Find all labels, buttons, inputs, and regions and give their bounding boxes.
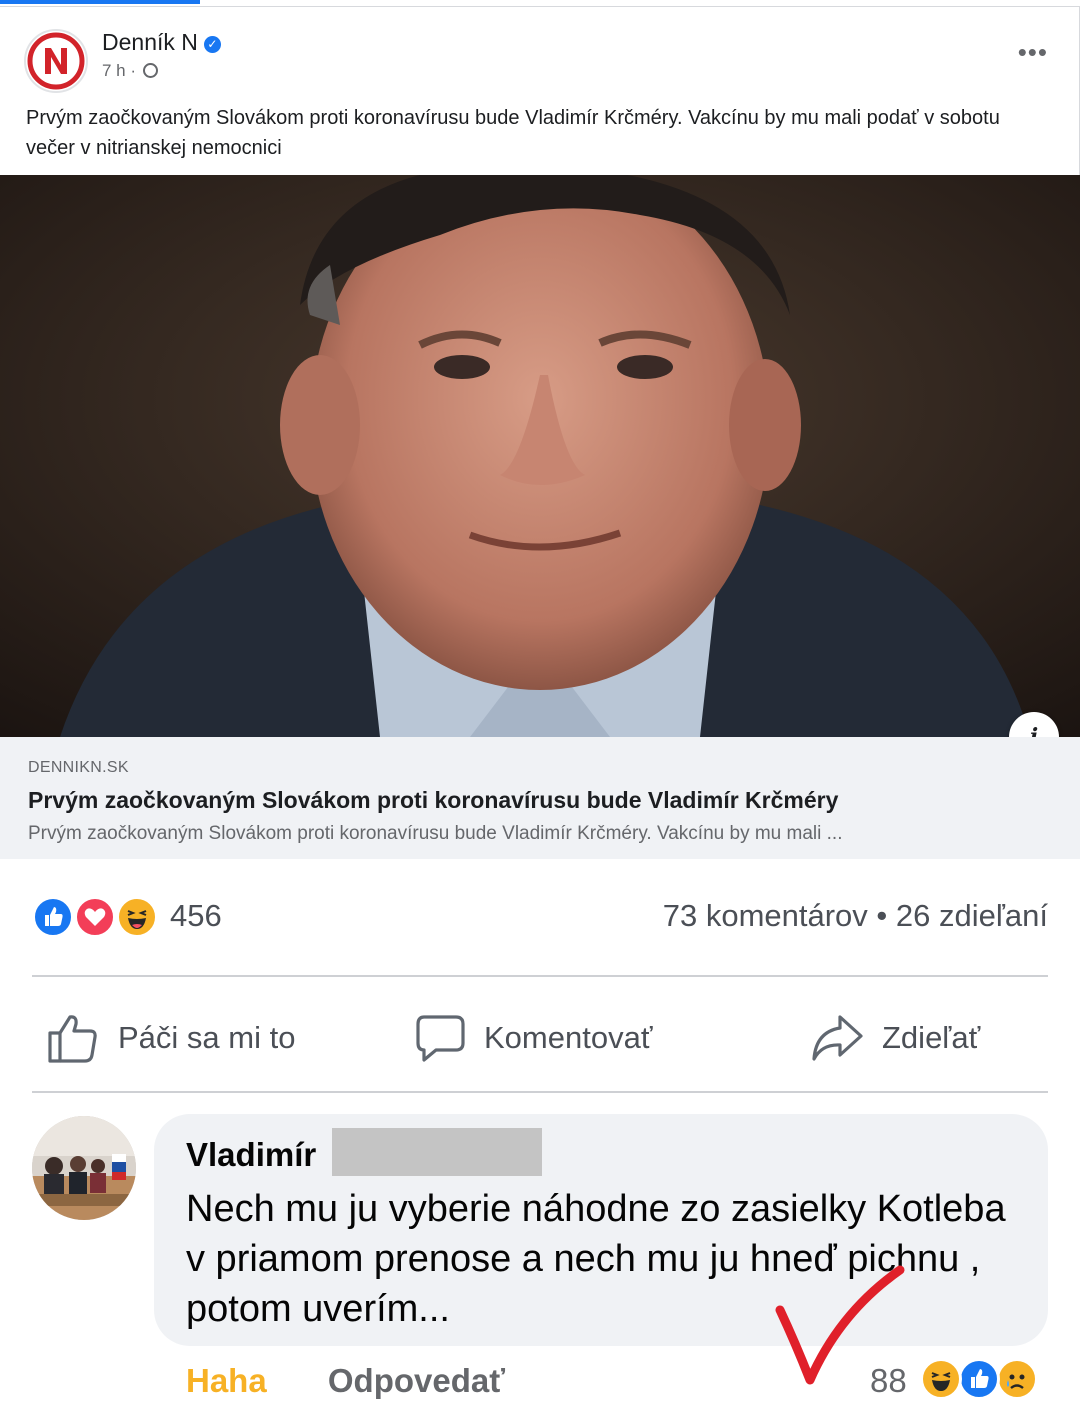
thumbs-up-icon xyxy=(48,1015,97,1063)
shares-count[interactable]: 26 zdieľaní xyxy=(896,898,1048,933)
comment-bubble: Vladimír Nech mu ju vyberie náhodne zo z… xyxy=(154,1114,1048,1346)
verified-badge-icon: ✓ xyxy=(203,36,221,53)
red-checkmark-annotation xyxy=(775,1265,905,1385)
commenter-avatar[interactable] xyxy=(32,1116,136,1220)
globe-icon xyxy=(142,63,158,78)
haha-reaction-icon xyxy=(920,1358,962,1400)
stats-separator: • xyxy=(876,898,888,933)
like-reaction-icon xyxy=(958,1358,1000,1400)
reply-button[interactable]: Odpovedať xyxy=(328,1362,505,1399)
avatar-photo xyxy=(32,1116,136,1220)
post-meta: 7 h · xyxy=(102,61,158,81)
page-name-text[interactable]: Denník N xyxy=(102,29,198,55)
more-options-icon[interactable]: ••• xyxy=(1018,37,1048,68)
page-name[interactable]: Denník N ✓ xyxy=(102,29,221,56)
link-title[interactable]: Prvým zaočkovaným Slovákom proti koronav… xyxy=(28,787,838,814)
link-domain: DENNIKN.SK xyxy=(28,759,129,776)
comment-button[interactable]: Komentovať xyxy=(414,1010,652,1066)
share-button[interactable]: Zdieľať xyxy=(810,1010,980,1066)
love-reaction-icon xyxy=(74,896,116,938)
post-time[interactable]: 7 h · xyxy=(102,61,136,80)
action-bar: Páči sa mi to Komentovať Zdieľať xyxy=(32,994,1048,1080)
haha-reaction-button[interactable]: Haha xyxy=(186,1362,267,1399)
share-arrow-icon xyxy=(812,1015,863,1061)
comment-label: Komentovať xyxy=(484,1020,653,1055)
post-header: Denník N ✓ 7 h · ••• xyxy=(24,25,1064,95)
like-label: Páči sa mi to xyxy=(118,1020,296,1055)
link-description: Prvým zaočkovaným Slovákom proti koronav… xyxy=(28,823,843,844)
sad-reaction-icon xyxy=(996,1358,1038,1400)
like-reaction-icon xyxy=(32,896,74,938)
comment-actions: Haha Odpovedať xyxy=(186,1362,505,1400)
post-text: Prvým zaočkovaným Slovákom proti koronav… xyxy=(26,107,1000,159)
article-photo[interactable] xyxy=(0,175,1080,737)
link-preview[interactable]: DENNIKN.SK Prvým zaočkovaným Slovákom pr… xyxy=(0,737,1080,859)
haha-reaction-icon xyxy=(116,896,158,938)
portrait-photo xyxy=(0,175,1080,737)
comments-count[interactable]: 73 komentárov xyxy=(663,898,868,933)
like-button[interactable]: Páči sa mi to xyxy=(46,1010,295,1066)
share-label: Zdieľať xyxy=(882,1020,981,1055)
shared-post-card[interactable]: Denník N ✓ 7 h · ••• Prvým zaočkovaným Sl… xyxy=(0,6,1080,859)
redacted-name-block xyxy=(332,1128,542,1176)
comment-author[interactable]: Vladimír xyxy=(186,1136,316,1174)
page-logo[interactable] xyxy=(24,29,88,93)
comment-bubble-icon xyxy=(416,1015,465,1062)
post-stats: 73 komentárov • 26 zdieľaní xyxy=(663,898,1048,934)
divider-top xyxy=(32,975,1048,977)
divider-bottom xyxy=(32,1091,1048,1093)
reaction-count: 456 xyxy=(170,898,222,933)
dennik-n-logo-icon xyxy=(27,32,85,90)
top-accent-bar xyxy=(0,0,200,4)
